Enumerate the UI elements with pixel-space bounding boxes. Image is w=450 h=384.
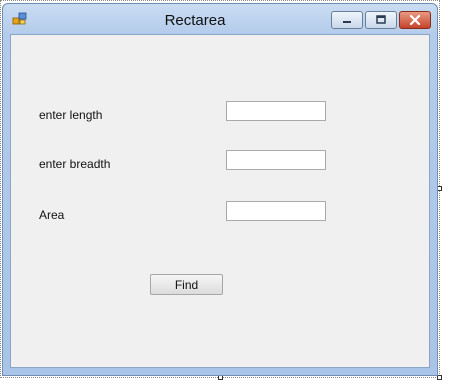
minimize-button[interactable]: [331, 11, 363, 29]
length-label: enter length: [39, 108, 103, 122]
length-input[interactable]: [226, 101, 326, 121]
area-output[interactable]: [226, 201, 326, 221]
breadth-input[interactable]: [226, 150, 326, 170]
breadth-label: enter breadth: [39, 157, 111, 171]
close-button[interactable]: [399, 11, 431, 29]
form-client-area: enter length enter breadth Area Find: [10, 34, 430, 368]
close-icon: [409, 15, 421, 25]
find-button[interactable]: Find: [150, 274, 223, 295]
form-window: Rectarea enter length enter breadth Area…: [2, 3, 438, 376]
area-label: Area: [39, 208, 65, 222]
maximize-button[interactable]: [365, 11, 397, 29]
maximize-icon: [376, 15, 386, 24]
title-bar[interactable]: Rectarea: [3, 4, 437, 34]
minimize-icon: [343, 21, 351, 23]
